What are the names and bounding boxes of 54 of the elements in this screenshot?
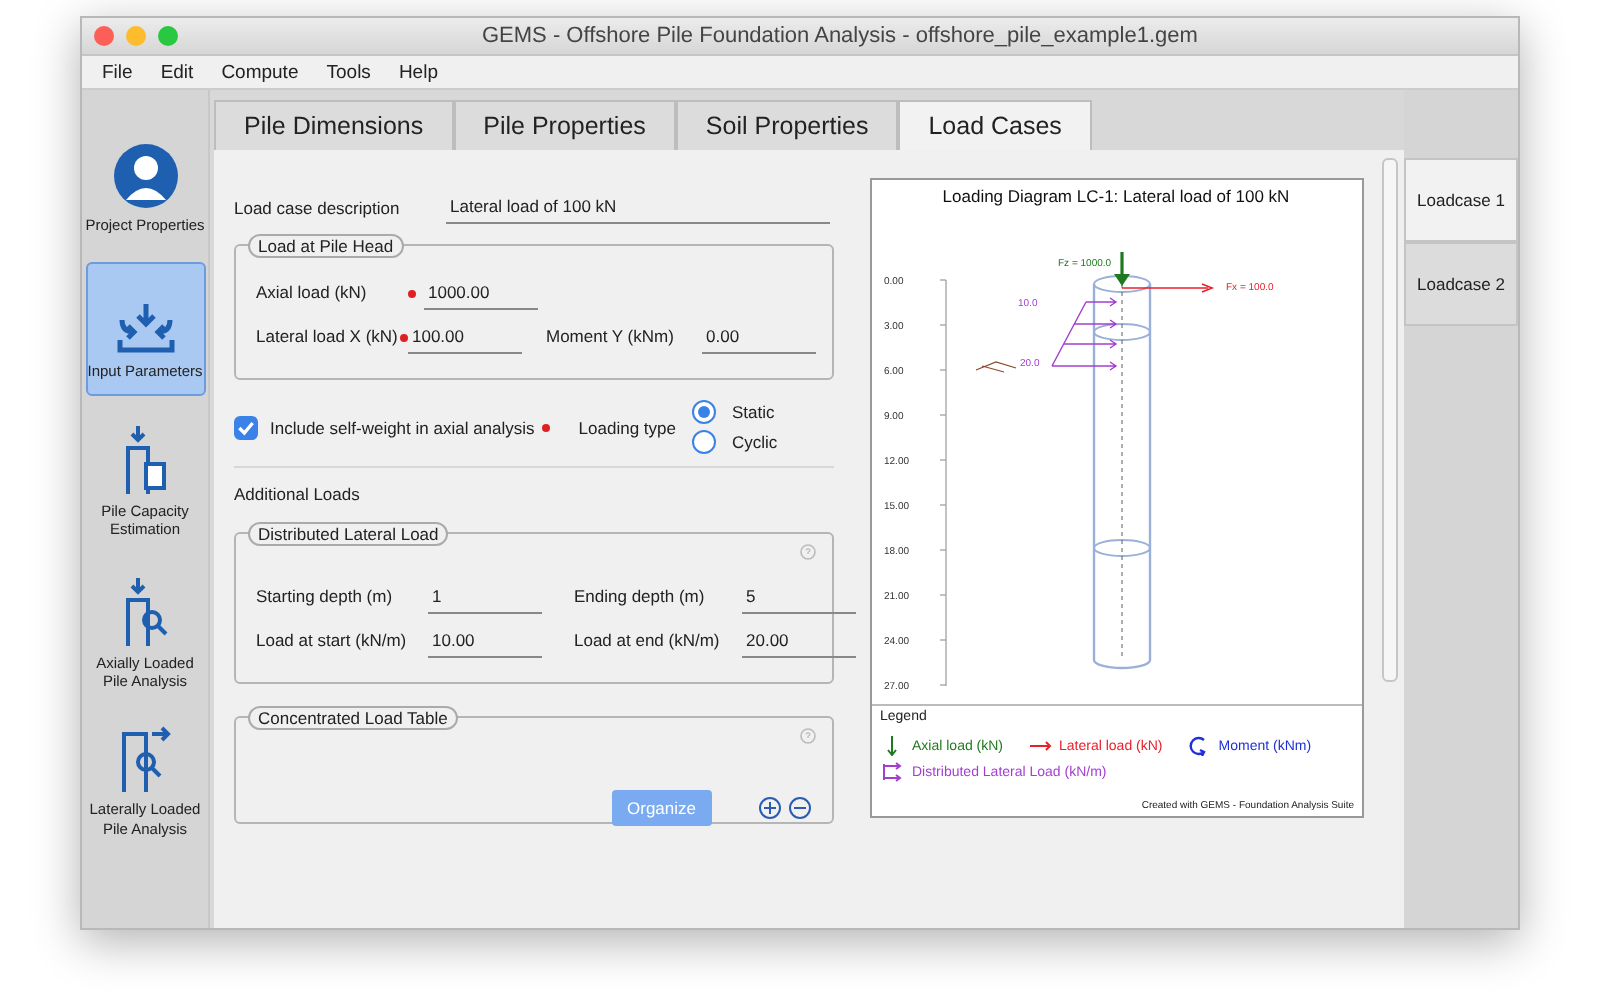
add-icon[interactable] <box>758 796 782 820</box>
field-label: Lateral load X (kN) <box>256 326 400 350</box>
text-field[interactable]: 20.00 <box>742 626 856 658</box>
menu-item[interactable]: Edit <box>160 61 194 83</box>
radio-button[interactable] <box>691 430 716 454</box>
text-field[interactable]: 100.00 <box>408 322 522 354</box>
radio-label: Static <box>731 402 775 422</box>
text-field[interactable]: Lateral load of 100 kN <box>446 192 830 224</box>
lateral-load-arrow <box>1121 283 1215 293</box>
field-label: Starting depth (m) <box>256 586 395 610</box>
text-field[interactable]: 10.00 <box>428 626 542 658</box>
help-icon[interactable] <box>800 728 816 744</box>
menu-item[interactable]: Help <box>398 61 438 83</box>
section-heading: Additional Loads <box>234 484 362 504</box>
field-label: Load at end (kN/m) <box>574 630 722 654</box>
scrollbar[interactable] <box>1382 158 1398 682</box>
field-label: Loading type <box>578 417 676 437</box>
remove-icon[interactable] <box>788 796 812 820</box>
menu-item[interactable]: Tools <box>326 61 371 83</box>
loadcase-tab[interactable]: Loadcase 2 <box>1404 242 1518 326</box>
checkbox[interactable] <box>234 415 258 439</box>
tab[interactable]: Pile Properties <box>453 100 676 150</box>
field-label: Load case description <box>234 198 402 218</box>
axial-load-arrow <box>1114 252 1130 286</box>
distributed-load-arrows <box>1051 297 1118 371</box>
tab[interactable]: Pile Dimensions <box>214 100 454 150</box>
help-icon[interactable] <box>800 544 816 560</box>
group-title: Distributed Lateral Load <box>248 522 449 546</box>
tab[interactable]: Load Cases <box>898 100 1092 150</box>
field-label: Axial load (kN) <box>256 282 369 306</box>
window-title: GEMS - Offshore Pile Foundation Analysis - offshore_pile_example1.gem <box>482 24 1198 48</box>
radio-label: Cyclic <box>731 432 778 452</box>
user-avatar-icon <box>111 142 179 210</box>
pile-side-arrow-icon <box>117 726 173 795</box>
text-field[interactable]: 1000.00 <box>424 278 538 310</box>
group-title: Load at Pile Head <box>248 234 404 258</box>
close-button[interactable] <box>94 26 114 46</box>
group-title: Concentrated Load Table <box>248 706 458 730</box>
diagram-title: Loading Diagram LC-1: Lateral load of 100 kN <box>942 186 1290 206</box>
zoom-button[interactable] <box>158 26 178 46</box>
text-field[interactable]: 0.00 <box>702 322 816 354</box>
text-field[interactable]: 5 <box>742 582 856 614</box>
text-field[interactable]: 1 <box>428 582 542 614</box>
arrows-into-tray-icon <box>113 300 177 357</box>
field-label: Ending depth (m) <box>574 586 707 610</box>
field-label: Moment Y (kNm) <box>546 326 676 350</box>
tab[interactable]: Soil Properties <box>675 100 899 150</box>
loadcase-tab[interactable]: Loadcase 1 <box>1404 158 1518 242</box>
radio-button[interactable] <box>691 400 716 424</box>
menu-item[interactable]: File <box>102 61 133 83</box>
field-label: Load at start (kN/m) <box>256 630 409 654</box>
checkbox-label: Include self-weight in axial analysis <box>270 417 535 437</box>
minimize-button[interactable] <box>126 26 146 46</box>
menu-item[interactable]: Compute <box>221 61 299 83</box>
